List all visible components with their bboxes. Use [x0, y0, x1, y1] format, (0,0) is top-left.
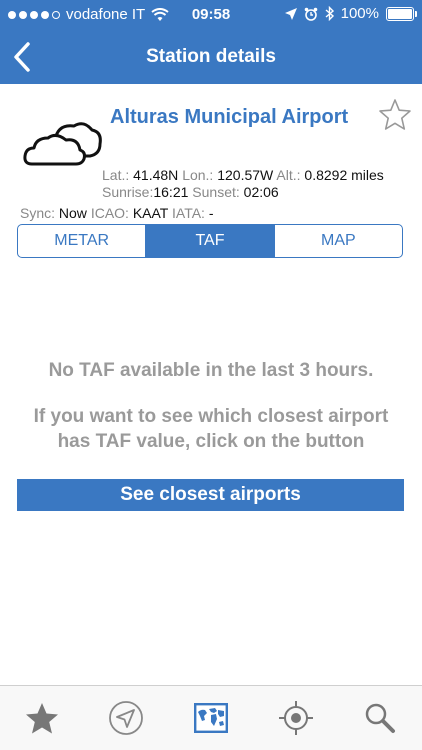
iata-label: IATA: — [172, 205, 205, 221]
codes-row: Sync: Now ICAO: KAAT IATA: - — [20, 205, 214, 221]
icao-label: ICAO: — [90, 205, 129, 221]
alt-value: 0.8292 miles — [304, 167, 384, 183]
bluetooth-icon — [325, 6, 334, 21]
star-icon[interactable] — [24, 700, 60, 736]
location-arrow-icon — [284, 7, 297, 20]
sync-value: Now — [58, 205, 87, 221]
sun-row: Sunrise:16:21 Sunset: 02:06 — [102, 184, 279, 200]
sync-label: Sync: — [20, 205, 56, 221]
sunset-label: Sunset: — [192, 184, 240, 200]
lon-label: Lon.: — [182, 167, 214, 183]
tab-map[interactable]: MAP — [275, 225, 402, 257]
tab-taf[interactable]: TAF — [146, 225, 275, 257]
icao-value: KAAT — [132, 205, 169, 221]
cloud-icon — [23, 122, 102, 166]
battery-percent: 100% — [340, 5, 379, 22]
alarm-icon — [304, 7, 317, 21]
iata-value: - — [208, 205, 214, 221]
alt-label: Alt.: — [276, 167, 301, 183]
world-map-icon[interactable] — [193, 700, 229, 736]
status-right: 100% — [284, 5, 417, 22]
sunrise-label: Sunrise: — [102, 184, 154, 200]
favorite-star-icon[interactable] — [378, 98, 412, 132]
status-bar: vodafone IT 09:58 100% — [0, 0, 422, 30]
lat-value: 41.48N — [133, 167, 179, 183]
no-taf-message: No TAF available in the last 3 hours. — [48, 360, 374, 381]
sunset-value: 02:06 — [243, 184, 279, 200]
crosshair-icon[interactable] — [278, 700, 314, 736]
lon-value: 120.57W — [217, 167, 274, 183]
navigation-arrow-icon[interactable] — [108, 700, 144, 736]
sunrise-value: 16:21 — [153, 184, 189, 200]
tab-metar[interactable]: METAR — [18, 225, 147, 257]
lat-label: Lat.: — [102, 167, 130, 183]
navigation-bar: Station details — [0, 30, 422, 84]
station-name: Alturas Municipal Airport — [110, 106, 349, 128]
see-closest-airports-button[interactable]: See closest airports — [17, 479, 404, 511]
closest-airport-hint: If you want to see which closest airport… — [33, 406, 389, 452]
page-title: Station details — [146, 46, 276, 67]
battery-fill — [388, 8, 412, 19]
report-segmented-control: METAR TAF MAP — [17, 224, 403, 258]
search-icon[interactable] — [362, 700, 398, 736]
tab-bar — [0, 685, 422, 750]
coordinates-row: Lat.: 41.48N Lon.: 120.57W Alt.: 0.8292 … — [102, 167, 384, 183]
battery-icon — [386, 6, 417, 21]
